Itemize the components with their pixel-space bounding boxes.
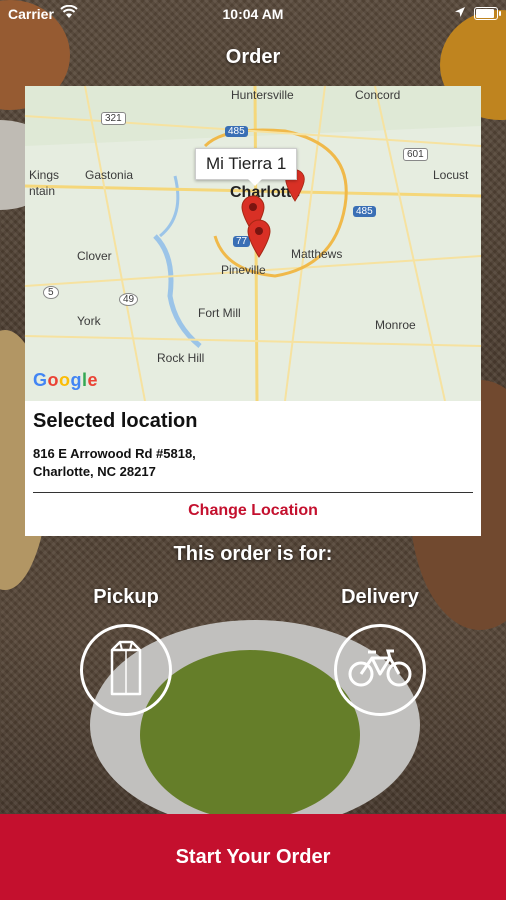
map-label-mountain: ntain [29, 184, 56, 198]
delivery-label: Delivery [341, 586, 419, 608]
map-label-concord: Concord [355, 88, 401, 102]
map-label-kings: Kings [29, 168, 60, 182]
battery-icon [474, 7, 501, 20]
pickup-option[interactable]: Pickup [56, 586, 196, 716]
change-location-button[interactable]: Change Location [25, 502, 481, 520]
page-title: Order [225, 46, 281, 68]
order-for-heading: This order is for: [173, 543, 333, 565]
map-label-rock-hill: Rock Hill [157, 351, 205, 365]
google-logo: Google [33, 370, 99, 390]
map-label-matthews: Matthews [291, 247, 343, 261]
map-shield-321: 321 [101, 112, 126, 125]
delivery-option[interactable]: Delivery [310, 586, 450, 716]
address-line-2: Charlotte, NC 28217 [33, 464, 156, 479]
pickup-button[interactable] [80, 624, 172, 716]
map-label-gastonia: Gastonia [85, 168, 134, 182]
map-callout[interactable]: Mi Tierra 1 [195, 148, 298, 186]
map-shield-485: 485 [225, 126, 248, 137]
bicycle-icon [348, 648, 412, 693]
map-shield-5: 5 [43, 286, 59, 299]
map-label-monroe: Monroe [375, 318, 416, 332]
map-shield-601: 601 [403, 148, 428, 161]
start-order-button[interactable]: Start Your Order [0, 814, 506, 900]
pickup-label: Pickup [93, 586, 159, 608]
status-bar: Carrier 10:04 AM [0, 0, 506, 28]
delivery-button[interactable] [334, 624, 426, 716]
map-label-locust: Locust [433, 168, 469, 182]
map-label-huntersville: Huntersville [231, 88, 294, 102]
map-label-york: York [77, 314, 101, 328]
location-card: Huntersville Concord Kings ntain Gastoni… [25, 86, 481, 536]
map-shield-485-east: 485 [353, 206, 376, 217]
shopping-bag-icon [104, 640, 148, 701]
map-label-fort-mill: Fort Mill [198, 306, 241, 320]
location-arrow-icon [454, 5, 466, 21]
map-view[interactable]: Huntersville Concord Kings ntain Gastoni… [25, 86, 481, 401]
map-shield-49: 49 [119, 293, 139, 306]
address-line-1: 816 E Arrowood Rd #5818, [33, 446, 196, 461]
selected-location-heading: Selected location [33, 410, 198, 432]
map-label-clover: Clover [77, 249, 112, 263]
divider [33, 492, 473, 493]
map-label-pineville: Pineville [221, 263, 266, 277]
clock: 10:04 AM [222, 6, 284, 22]
